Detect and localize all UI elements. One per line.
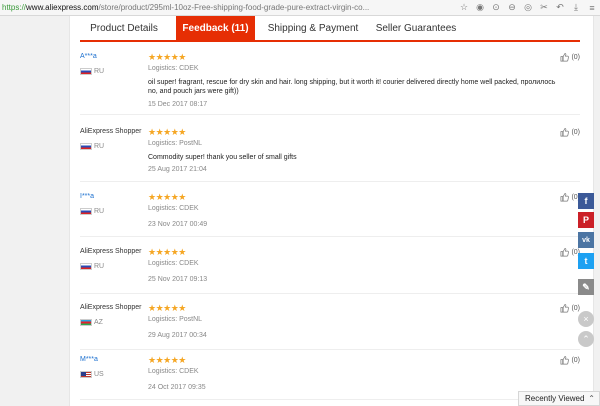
vk-icon: vk	[582, 236, 590, 244]
review-date: 25 Nov 2017 09:13	[148, 276, 208, 283]
facebook-share-button[interactable]: f	[578, 193, 594, 209]
review-date: 25 Aug 2017 21:04	[148, 166, 207, 173]
country-flag	[80, 143, 92, 150]
browser-toolbar: https://www.aliexpress.com/store/product…	[0, 0, 600, 16]
rating-stars: ★★★★★	[148, 52, 186, 62]
twitter-icon: t	[584, 256, 588, 266]
helpful-button[interactable]: (0)	[560, 53, 580, 62]
logistics-label: Logistics: CDEK	[148, 205, 199, 212]
thumbs-up-icon	[560, 53, 570, 62]
reviewer-country: RU	[94, 208, 105, 215]
country-flag	[80, 68, 92, 75]
country-flag	[80, 319, 92, 326]
review-date: 23 Nov 2017 00:49	[148, 221, 208, 228]
reviewer-country: RU	[94, 263, 105, 270]
tab-seller-guarantees[interactable]: Seller Guarantees	[371, 16, 461, 42]
review-item: A***a RU ★★★★★ Logistics: CDEK oil super…	[80, 53, 580, 115]
reviewer-name[interactable]: A***a	[80, 53, 97, 60]
reviewer-country: US	[94, 371, 104, 378]
url-protocol: https://	[2, 3, 27, 12]
twitter-share-button[interactable]: t	[578, 253, 594, 269]
pinterest-share-button[interactable]: P	[578, 212, 594, 228]
cut-icon[interactable]: ✂	[536, 0, 552, 16]
product-page: Product Details Feedback (11) Shipping &…	[69, 16, 594, 406]
review-text: oil super! fragrant, rescue for dry skin…	[148, 79, 556, 95]
reviewer-name: AliExpress Shopper	[80, 128, 142, 135]
thumbs-up-icon	[560, 193, 570, 202]
helpful-button[interactable]: (0)	[560, 304, 580, 313]
country-flag	[80, 371, 92, 378]
helpful-button[interactable]: (0)	[560, 356, 580, 365]
recently-viewed-label: Recently Viewed	[525, 394, 585, 403]
rating-stars: ★★★★★	[148, 127, 186, 137]
url-path: /store/product/295ml-10oz-Free-shipping-…	[98, 3, 370, 12]
logistics-label: Logistics: CDEK	[148, 260, 199, 267]
reviewer-country: AZ	[94, 319, 103, 326]
reviewer-name[interactable]: M***a	[80, 356, 98, 363]
helpful-button[interactable]: (0)	[560, 128, 580, 137]
edit-button[interactable]: ✎	[578, 279, 594, 295]
tab-shipping-payment[interactable]: Shipping & Payment	[263, 16, 363, 42]
back-to-top-button[interactable]: ⌃	[578, 331, 594, 347]
download-icon[interactable]: ⤓	[568, 0, 584, 16]
reviewer-name[interactable]: I***a	[80, 193, 94, 200]
review-item: AliExpress Shopper RU ★★★★★ Logistics: C…	[80, 248, 580, 294]
review-item: AliExpress Shopper AZ ★★★★★ Logistics: P…	[80, 304, 580, 350]
address-bar[interactable]: https://www.aliexpress.com/store/product…	[0, 3, 456, 12]
rating-stars: ★★★★★	[148, 192, 186, 202]
rating-stars: ★★★★★	[148, 303, 186, 313]
review-date: 15 Dec 2017 08:17	[148, 101, 208, 108]
undo-icon[interactable]: ↶	[552, 0, 568, 16]
helpful-count: (0)	[571, 129, 580, 136]
helpful-count: (0)	[571, 305, 580, 312]
logistics-label: Logistics: PostNL	[148, 316, 203, 323]
pinterest-icon: P	[582, 215, 589, 225]
tab-product-details[interactable]: Product Details	[80, 16, 168, 42]
pencil-icon: ✎	[582, 281, 590, 292]
thumbs-up-icon	[560, 304, 570, 313]
block-icon[interactable]: ⊖	[504, 0, 520, 16]
country-flag	[80, 208, 92, 215]
reviewer-country: RU	[94, 143, 105, 150]
vk-share-button[interactable]: vk	[578, 232, 594, 248]
review-date: 24 Oct 2017 09:35	[148, 384, 206, 391]
logistics-label: Logistics: PostNL	[148, 140, 203, 147]
reviewer-name: AliExpress Shopper	[80, 304, 142, 311]
chevron-up-icon: ⌃	[582, 333, 590, 344]
review-item: I***a RU ★★★★★ Logistics: CDEK 23 Nov 20…	[80, 193, 580, 237]
review-item: M***a US ★★★★★ Logistics: CDEK 24 Oct 20…	[80, 356, 580, 400]
helpful-count: (0)	[571, 54, 580, 61]
reviewer-name: AliExpress Shopper	[80, 248, 142, 255]
extension-icon[interactable]: ⊙	[488, 0, 504, 16]
close-share-button[interactable]: ×	[578, 311, 594, 327]
sync-icon[interactable]: ◎	[520, 0, 536, 16]
logistics-label: Logistics: CDEK	[148, 65, 199, 72]
review-date: 29 Aug 2017 00:34	[148, 332, 207, 339]
facebook-icon: f	[584, 196, 588, 206]
logistics-label: Logistics: CDEK	[148, 368, 199, 375]
thumbs-up-icon	[560, 356, 570, 365]
chevron-up-icon: ⌃	[588, 394, 595, 403]
tab-feedback[interactable]: Feedback (11)	[176, 16, 255, 42]
thumbs-up-icon	[560, 248, 570, 257]
star-icon[interactable]: ☆	[456, 0, 472, 16]
country-flag	[80, 263, 92, 270]
rating-stars: ★★★★★	[148, 355, 186, 365]
rating-stars: ★★★★★	[148, 247, 186, 257]
product-tabs: Product Details Feedback (11) Shipping &…	[80, 16, 580, 42]
menu-icon[interactable]: ≡	[584, 0, 600, 16]
helpful-count: (0)	[571, 357, 580, 364]
close-icon: ×	[583, 314, 589, 324]
reviewer-country: RU	[94, 68, 105, 75]
review-text: Commodity super! thank you seller of sma…	[148, 154, 297, 161]
url-host: www.aliexpress.com	[26, 3, 99, 12]
recently-viewed-bar[interactable]: Recently Viewed ⌃	[518, 391, 600, 406]
thumbs-up-icon	[560, 128, 570, 137]
review-item: AliExpress Shopper RU ★★★★★ Logistics: P…	[80, 128, 580, 182]
reader-icon[interactable]: ◉	[472, 0, 488, 16]
